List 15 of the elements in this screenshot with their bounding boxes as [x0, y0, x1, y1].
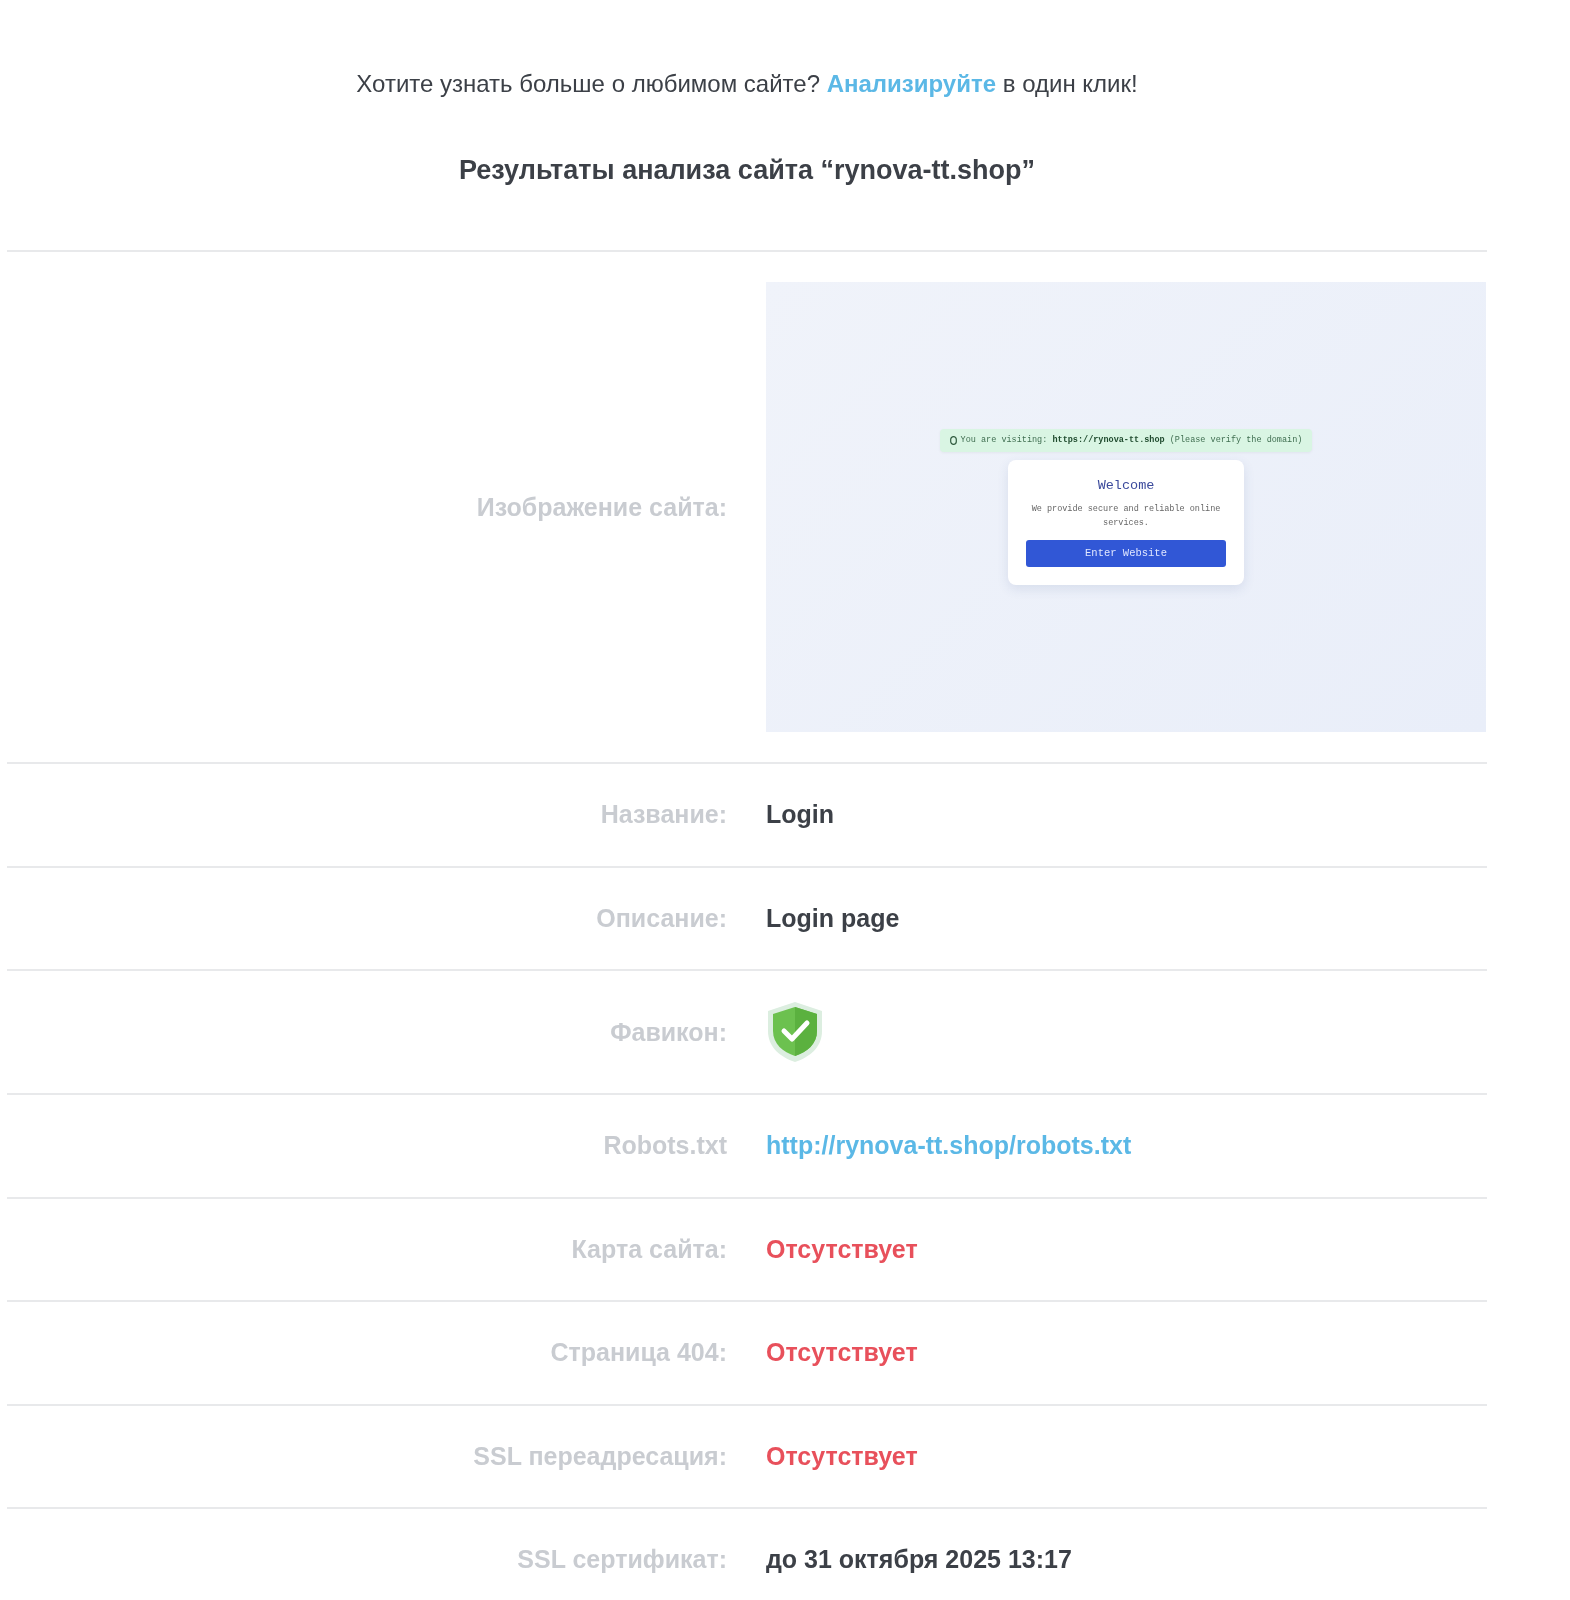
intro-text: Хотите узнать больше о любимом сайте? Анализируйте в один клик! — [355, 69, 1139, 99]
status-value: Отсутствует — [766, 1440, 918, 1472]
notice-text: You are visiting: https://rynova-tt.shop (Please verify the domain) — [960, 434, 1303, 448]
enter-website-button[interactable]: Enter Website — [1026, 539, 1226, 568]
field-value: до 31 октября 2025 13:17 — [766, 1544, 1072, 1576]
status-value: Отсутствует — [766, 1233, 918, 1265]
analyze-link[interactable]: Анализируйте — [826, 70, 997, 97]
status-value: Отсутствует — [766, 1337, 918, 1369]
field-value: Login — [766, 799, 835, 831]
welcome-text: We provide secure and reliable online services. — [1030, 503, 1222, 530]
shield-check-icon — [766, 1001, 824, 1064]
robots-link[interactable]: http://rynova-tt.shop/robots.txt — [766, 1127, 1132, 1165]
results-title: Результаты анализа сайта “rynova-tt.shop” — [457, 154, 1036, 187]
field-value: Login page — [766, 902, 900, 934]
welcome-heading: Welcome — [1096, 477, 1156, 496]
